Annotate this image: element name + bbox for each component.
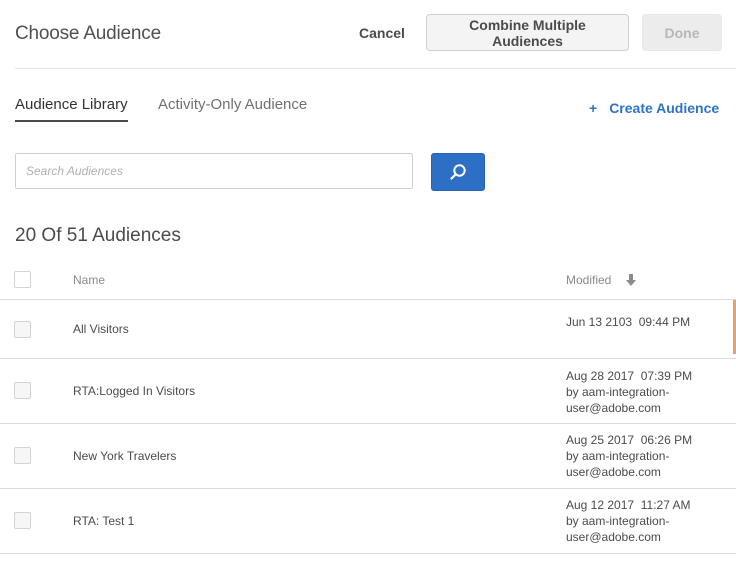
modified-by-line1: by aam-integration- bbox=[566, 514, 670, 528]
table-row[interactable]: RTA: Test 1 Aug 12 2017 11:27 AM by aam-… bbox=[0, 489, 736, 553]
choose-audience-dialog: Choose Audience Cancel Combine Multiple … bbox=[0, 0, 736, 563]
modified-time: 06:26 PM bbox=[640, 433, 693, 447]
audience-name[interactable]: RTA: Test 1 bbox=[73, 514, 134, 528]
modified-date: Jun 13 2103 bbox=[566, 315, 633, 329]
tab-audience-library[interactable]: Audience Library bbox=[15, 96, 128, 122]
column-header-name[interactable]: Name bbox=[73, 273, 105, 287]
modified-cell: Aug 28 2017 07:39 PM by aam-integration-… bbox=[566, 368, 726, 416]
modified-time: 07:39 PM bbox=[640, 369, 693, 383]
modified-by-line1: by aam-integration- bbox=[566, 385, 670, 399]
row-checkbox[interactable] bbox=[14, 447, 31, 464]
audience-name[interactable]: All Visitors bbox=[73, 322, 129, 336]
audience-name[interactable]: New York Travelers bbox=[73, 449, 176, 463]
combine-multiple-audiences-button[interactable]: Combine Multiple Audiences bbox=[426, 14, 629, 51]
page-title: Choose Audience bbox=[15, 23, 161, 44]
tab-activity-only-audience[interactable]: Activity-Only Audience bbox=[158, 96, 307, 113]
table-row[interactable]: New York Travelers Aug 25 2017 06:26 PM … bbox=[0, 424, 736, 488]
modified-cell: Aug 25 2017 06:26 PM by aam-integration-… bbox=[566, 432, 726, 480]
modified-cell: Jun 13 2103 09:44 PM bbox=[566, 314, 726, 330]
cancel-button[interactable]: Cancel bbox=[352, 15, 412, 51]
modified-cell: Aug 12 2017 11:27 AM by aam-integration-… bbox=[566, 497, 726, 545]
modified-date: Aug 12 2017 bbox=[566, 498, 635, 512]
modified-time: 11:27 AM bbox=[640, 498, 691, 512]
plus-icon: + bbox=[589, 100, 598, 116]
row-checkbox[interactable] bbox=[14, 382, 31, 399]
table-row[interactable]: All Visitors Jun 13 2103 09:44 PM bbox=[0, 300, 736, 358]
arrow-down-icon[interactable] bbox=[625, 273, 637, 287]
search-icon bbox=[450, 164, 466, 180]
modified-by-line2: user@adobe.com bbox=[566, 401, 661, 415]
modified-date: Aug 28 2017 bbox=[566, 369, 635, 383]
modified-by-line1: by aam-integration- bbox=[566, 449, 670, 463]
dialog-header: Choose Audience Cancel Combine Multiple … bbox=[0, 0, 736, 68]
row-checkbox[interactable] bbox=[14, 512, 31, 529]
done-button[interactable]: Done bbox=[642, 14, 722, 51]
create-audience-link[interactable]: + Create Audience bbox=[589, 100, 719, 116]
column-header-modified[interactable]: Modified bbox=[566, 273, 611, 287]
audience-name[interactable]: RTA:Logged In Visitors bbox=[73, 384, 195, 398]
row-checkbox[interactable] bbox=[14, 321, 31, 338]
modified-by-line2: user@adobe.com bbox=[566, 465, 661, 479]
audience-count: 20 Of 51 Audiences bbox=[15, 225, 181, 246]
header-divider bbox=[15, 68, 736, 69]
modified-time: 09:44 PM bbox=[638, 315, 691, 329]
select-all-checkbox[interactable] bbox=[14, 271, 31, 288]
table-row[interactable]: RTA:Logged In Visitors Aug 28 2017 07:39… bbox=[0, 359, 736, 423]
search-button[interactable] bbox=[431, 153, 485, 191]
create-audience-label: Create Audience bbox=[609, 100, 720, 116]
row-divider bbox=[0, 553, 736, 554]
search-input[interactable] bbox=[15, 153, 413, 189]
modified-by-line2: user@adobe.com bbox=[566, 530, 661, 544]
modified-date: Aug 25 2017 bbox=[566, 433, 635, 447]
